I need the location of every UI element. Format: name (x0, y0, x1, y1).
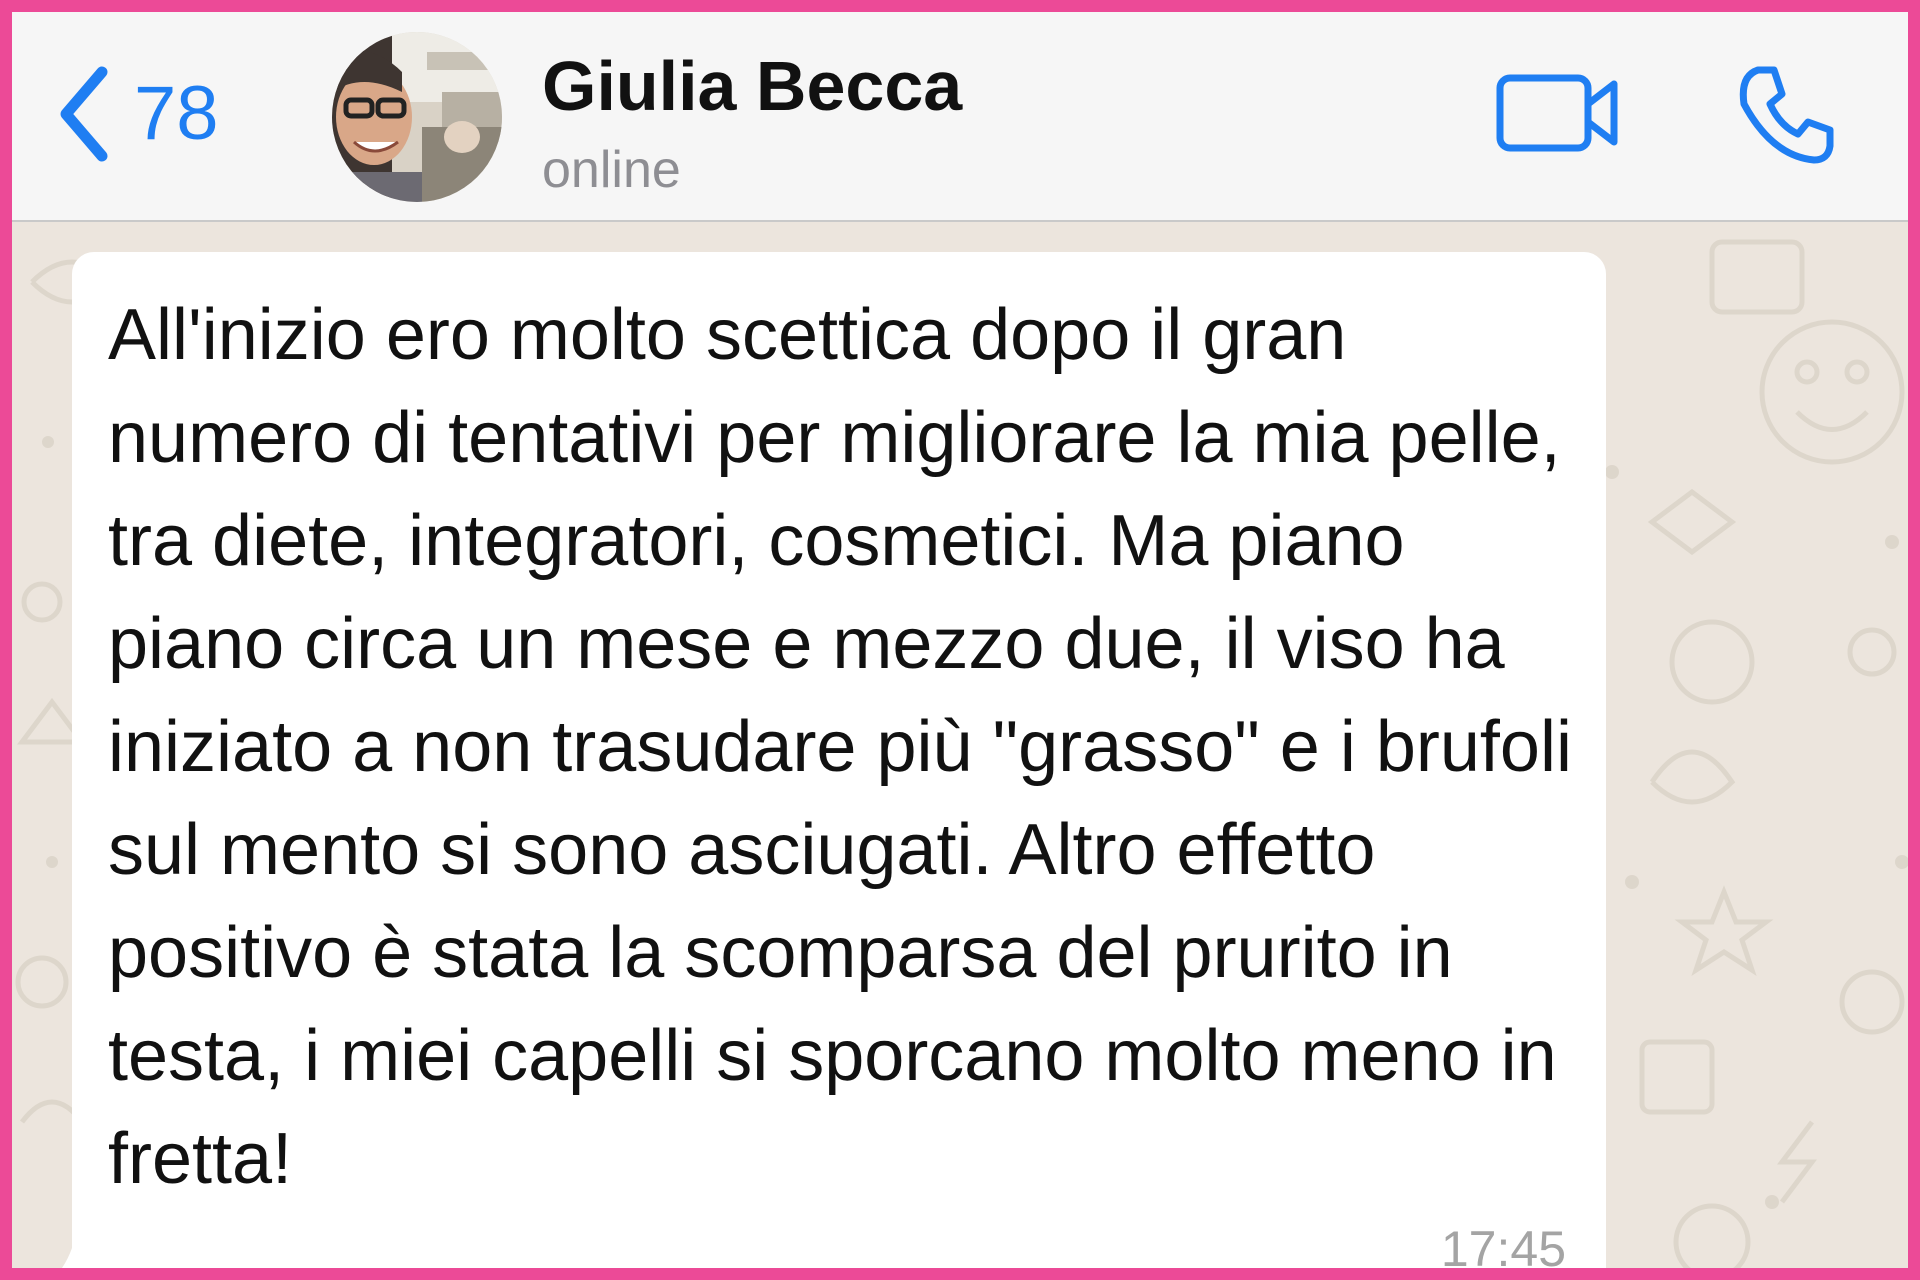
message-timestamp: 17:45 (1440, 1221, 1566, 1277)
message-bubble[interactable]: All'inizio ero molto scettica dopo il gr… (72, 252, 1606, 1277)
chat-header: 78 Giulia Becca online (12, 12, 1908, 222)
chevron-left-icon (60, 66, 108, 162)
message-text: All'inizio ero molto scettica dopo il gr… (108, 295, 1572, 1199)
back-button[interactable]: 78 (56, 64, 219, 164)
voice-call-button[interactable] (1736, 64, 1836, 169)
contact-name[interactable]: Giulia Becca (542, 46, 962, 126)
contact-status: online (542, 141, 681, 199)
avatar[interactable] (332, 32, 502, 202)
unread-count: 78 (134, 71, 219, 156)
video-call-button[interactable] (1496, 70, 1620, 161)
phone-icon (1739, 66, 1834, 164)
video-camera-icon (1496, 74, 1618, 152)
chat-screen: 78 Giulia Becca online All'inizio ero mo… (0, 0, 1920, 1280)
avatar-photo (332, 32, 502, 202)
